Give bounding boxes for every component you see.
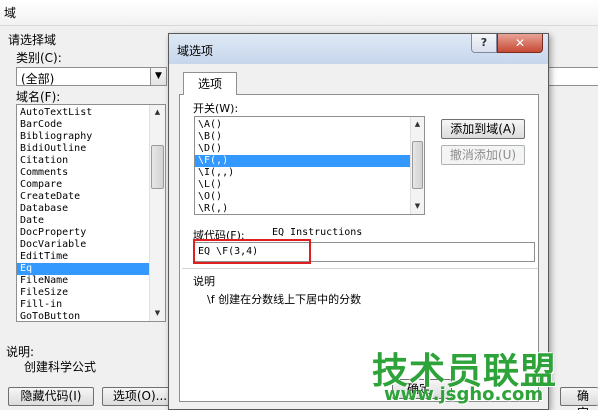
list-item[interactable]: Compare: [17, 179, 150, 191]
chevron-down-icon[interactable]: ▼: [150, 68, 166, 85]
list-item[interactable]: \D(): [195, 143, 413, 155]
divider: [182, 268, 538, 269]
scroll-down-icon[interactable]: ▼: [411, 199, 424, 214]
options-button[interactable]: 选项(O)...: [102, 387, 178, 406]
field-names-list[interactable]: AutoTextList BarCode Bibliography BidiOu…: [16, 104, 166, 322]
scroll-up-icon[interactable]: ▲: [150, 105, 165, 120]
list-item[interactable]: CreateDate: [17, 191, 150, 203]
list-item[interactable]: \L(): [195, 179, 413, 191]
switches-label: 开关(W):: [193, 102, 239, 115]
list-item[interactable]: BidiOutline: [17, 143, 150, 155]
watermark-url: www.jsgho.com: [384, 384, 544, 405]
list-item[interactable]: GoToButton: [17, 311, 150, 321]
scroll-down-icon[interactable]: ▼: [150, 306, 165, 321]
field-list-scrollbar[interactable]: ▲ ▼: [149, 105, 165, 321]
list-item[interactable]: DocVariable: [17, 239, 150, 251]
field-options-title: 域选项: [177, 44, 214, 58]
list-item-selected[interactable]: \F(,): [195, 155, 413, 167]
scroll-thumb[interactable]: [151, 145, 164, 189]
list-item[interactable]: Database: [17, 203, 150, 215]
list-item[interactable]: Bibliography: [17, 131, 150, 143]
list-item[interactable]: DocProperty: [17, 227, 150, 239]
switches-list[interactable]: \A() \B() \D() \F(,) \I(,,) \L() \O() \R…: [194, 116, 425, 215]
category-label: 类别(C):: [16, 51, 62, 65]
options-description-label: 说明: [193, 275, 215, 288]
field-description-text: 创建科学公式: [24, 360, 97, 374]
list-item[interactable]: AutoTextList: [17, 107, 150, 119]
field-dialog-title: 域: [4, 6, 17, 20]
scroll-thumb[interactable]: [412, 141, 423, 189]
scroll-up-icon[interactable]: ▲: [411, 117, 424, 132]
list-item[interactable]: Date: [17, 215, 150, 227]
field-names-label: 域名(F):: [16, 90, 61, 104]
list-item[interactable]: \R(,): [195, 203, 413, 214]
category-dropdown[interactable]: (全部) ▼: [16, 67, 167, 86]
list-item[interactable]: FileSize: [17, 287, 150, 299]
list-item[interactable]: Fill-in: [17, 299, 150, 311]
tab-options[interactable]: 选项: [183, 72, 237, 95]
list-item[interactable]: BarCode: [17, 119, 150, 131]
highlight-box: [193, 239, 311, 264]
help-icon[interactable]: ?: [471, 34, 497, 53]
close-icon[interactable]: ✕: [497, 34, 543, 53]
hide-codes-button[interactable]: 隐藏代码(I): [8, 387, 94, 406]
add-to-field-button[interactable]: 添加到域(A): [441, 119, 525, 139]
list-item[interactable]: \A(): [195, 119, 413, 131]
field-properties-box: [548, 67, 598, 86]
list-item-selected[interactable]: Eq: [17, 263, 150, 275]
ok-button[interactable]: 确定: [560, 387, 598, 410]
list-item[interactable]: \I(,,): [195, 167, 413, 179]
list-item[interactable]: \O(): [195, 191, 413, 203]
list-item[interactable]: Citation: [17, 155, 150, 167]
list-item[interactable]: \B(): [195, 131, 413, 143]
list-item[interactable]: EditTime: [17, 251, 150, 263]
switches-scrollbar[interactable]: ▲ ▼: [410, 117, 424, 214]
list-item[interactable]: FileName: [17, 275, 150, 287]
field-dialog-titlebar: 域: [0, 0, 598, 26]
undo-add-button[interactable]: 撤消添加(U): [441, 145, 525, 165]
options-description-text: \f 创建在分数线上下居中的分数: [207, 293, 362, 306]
category-value: (全部): [21, 72, 55, 86]
list-item[interactable]: Comments: [17, 167, 150, 179]
choose-field-label: 请选择域: [8, 33, 57, 47]
field-code-instructions: EQ Instructions: [272, 227, 363, 238]
